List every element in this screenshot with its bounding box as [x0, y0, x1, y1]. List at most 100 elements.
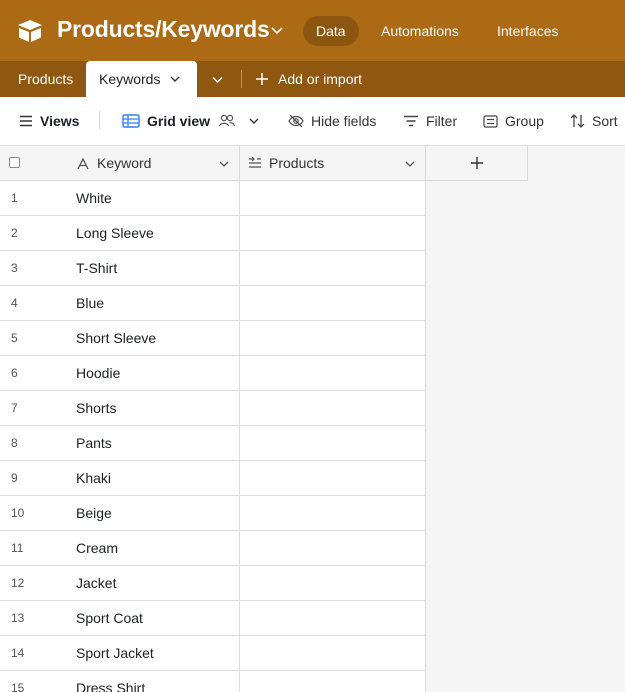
- app-header: Products/Keywords Data Automations Inter…: [0, 0, 625, 61]
- hide-fields-button[interactable]: Hide fields: [288, 97, 376, 145]
- row-number: 13: [11, 611, 25, 625]
- products-cell[interactable]: [240, 321, 426, 355]
- keyword-value: Khaki: [76, 470, 112, 486]
- keyword-cell[interactable]: 1 White: [0, 181, 240, 215]
- table-row[interactable]: 10 Beige: [0, 496, 426, 531]
- views-label: Views: [40, 113, 80, 129]
- keyword-cell[interactable]: 13 Sport Coat: [0, 601, 240, 635]
- keyword-value: Blue: [76, 295, 105, 311]
- products-cell[interactable]: [240, 286, 426, 320]
- tab-products[interactable]: Products: [18, 61, 73, 97]
- products-cell[interactable]: [240, 426, 426, 460]
- keyword-value: Pants: [76, 435, 112, 451]
- plus-icon: [256, 73, 268, 85]
- table-row[interactable]: 15 Dress Shirt: [0, 671, 426, 692]
- row-number: 9: [11, 471, 18, 485]
- chevron-down-icon[interactable]: [248, 115, 260, 127]
- keyword-cell[interactable]: 9 Khaki: [0, 461, 240, 495]
- nav-automations[interactable]: Automations: [381, 16, 459, 46]
- keyword-cell[interactable]: 7 Shorts: [0, 391, 240, 425]
- filter-button[interactable]: Filter: [403, 97, 457, 145]
- base-logo-icon[interactable]: [17, 19, 43, 43]
- chevron-down-icon[interactable]: [211, 73, 224, 86]
- products-cell[interactable]: [240, 496, 426, 530]
- keyword-value: Cream: [76, 540, 119, 556]
- filter-label: Filter: [426, 113, 458, 129]
- table-row[interactable]: 1 White: [0, 181, 426, 216]
- views-button[interactable]: Views: [19, 97, 79, 145]
- add-field-button[interactable]: [426, 146, 528, 181]
- table-row[interactable]: 8 Pants: [0, 426, 426, 461]
- products-cell[interactable]: [240, 181, 426, 215]
- table-row[interactable]: 4 Blue: [0, 286, 426, 321]
- row-number: 6: [11, 366, 18, 380]
- table-row[interactable]: 9 Khaki: [0, 461, 426, 496]
- keyword-cell[interactable]: 5 Short Sleeve: [0, 321, 240, 355]
- chevron-down-icon[interactable]: [404, 158, 416, 170]
- table-row[interactable]: 6 Hoodie: [0, 356, 426, 391]
- products-cell[interactable]: [240, 671, 426, 692]
- tab-keywords[interactable]: Keywords: [86, 61, 197, 97]
- keyword-value: White: [76, 190, 112, 206]
- chevron-down-icon[interactable]: [270, 23, 284, 37]
- products-cell[interactable]: [240, 356, 426, 390]
- view-toolbar: Views Grid view Hide fields Filter Group…: [0, 97, 625, 146]
- products-cell[interactable]: [240, 636, 426, 670]
- add-or-import-button[interactable]: Add or import: [255, 61, 362, 97]
- products-cell[interactable]: [240, 461, 426, 495]
- group-icon: [483, 114, 498, 128]
- products-cell[interactable]: [240, 531, 426, 565]
- keyword-value: Hoodie: [76, 365, 121, 381]
- table-row[interactable]: 12 Jacket: [0, 566, 426, 601]
- tab-keywords-label: Keywords: [99, 71, 161, 87]
- table-row[interactable]: 11 Cream: [0, 531, 426, 566]
- keyword-value: Sport Jacket: [76, 645, 154, 661]
- column-header-keyword[interactable]: Keyword: [0, 146, 240, 181]
- chevron-down-icon[interactable]: [169, 73, 181, 85]
- row-number: 2: [11, 226, 18, 240]
- keyword-value: Shorts: [76, 400, 117, 416]
- products-cell[interactable]: [240, 566, 426, 600]
- row-number: 1: [11, 191, 18, 205]
- keyword-cell[interactable]: 11 Cream: [0, 531, 240, 565]
- products-cell[interactable]: [240, 251, 426, 285]
- base-title[interactable]: Products/Keywords: [57, 16, 270, 43]
- column-label-products: Products: [269, 155, 325, 171]
- keyword-cell[interactable]: 2 Long Sleeve: [0, 216, 240, 250]
- keyword-cell[interactable]: 4 Blue: [0, 286, 240, 320]
- grid-view-button[interactable]: Grid view: [122, 97, 267, 145]
- row-number: 3: [11, 261, 18, 275]
- table-row[interactable]: 2 Long Sleeve: [0, 216, 426, 251]
- text-field-icon: [77, 158, 89, 170]
- keyword-cell[interactable]: 14 Sport Jacket: [0, 636, 240, 670]
- table-row[interactable]: 14 Sport Jacket: [0, 636, 426, 671]
- sort-label: Sort: [592, 113, 618, 129]
- keyword-cell[interactable]: 10 Beige: [0, 496, 240, 530]
- products-cell[interactable]: [240, 601, 426, 635]
- nav-interfaces[interactable]: Interfaces: [497, 16, 558, 46]
- group-button[interactable]: Group: [483, 97, 544, 145]
- products-cell[interactable]: [240, 391, 426, 425]
- menu-icon: [20, 115, 32, 127]
- keyword-cell[interactable]: 12 Jacket: [0, 566, 240, 600]
- table-row[interactable]: 7 Shorts: [0, 391, 426, 426]
- add-or-import-label: Add or import: [278, 71, 363, 87]
- keyword-value: T-Shirt: [76, 260, 118, 276]
- row-number: 7: [11, 401, 18, 415]
- select-all-checkbox[interactable]: [9, 157, 20, 168]
- table-row[interactable]: 13 Sport Coat: [0, 601, 426, 636]
- sort-button[interactable]: Sort: [570, 97, 618, 145]
- toolbar-divider: [99, 111, 100, 129]
- chevron-down-icon[interactable]: [218, 158, 230, 170]
- column-header-products[interactable]: Products: [240, 146, 426, 181]
- keyword-cell[interactable]: 8 Pants: [0, 426, 240, 460]
- filter-icon: [404, 115, 418, 127]
- row-number: 10: [11, 506, 25, 520]
- table-row[interactable]: 3 T-Shirt: [0, 251, 426, 286]
- keyword-cell[interactable]: 15 Dress Shirt: [0, 671, 240, 692]
- nav-data[interactable]: Data: [303, 16, 359, 46]
- keyword-cell[interactable]: 6 Hoodie: [0, 356, 240, 390]
- table-row[interactable]: 5 Short Sleeve: [0, 321, 426, 356]
- products-cell[interactable]: [240, 216, 426, 250]
- keyword-cell[interactable]: 3 T-Shirt: [0, 251, 240, 285]
